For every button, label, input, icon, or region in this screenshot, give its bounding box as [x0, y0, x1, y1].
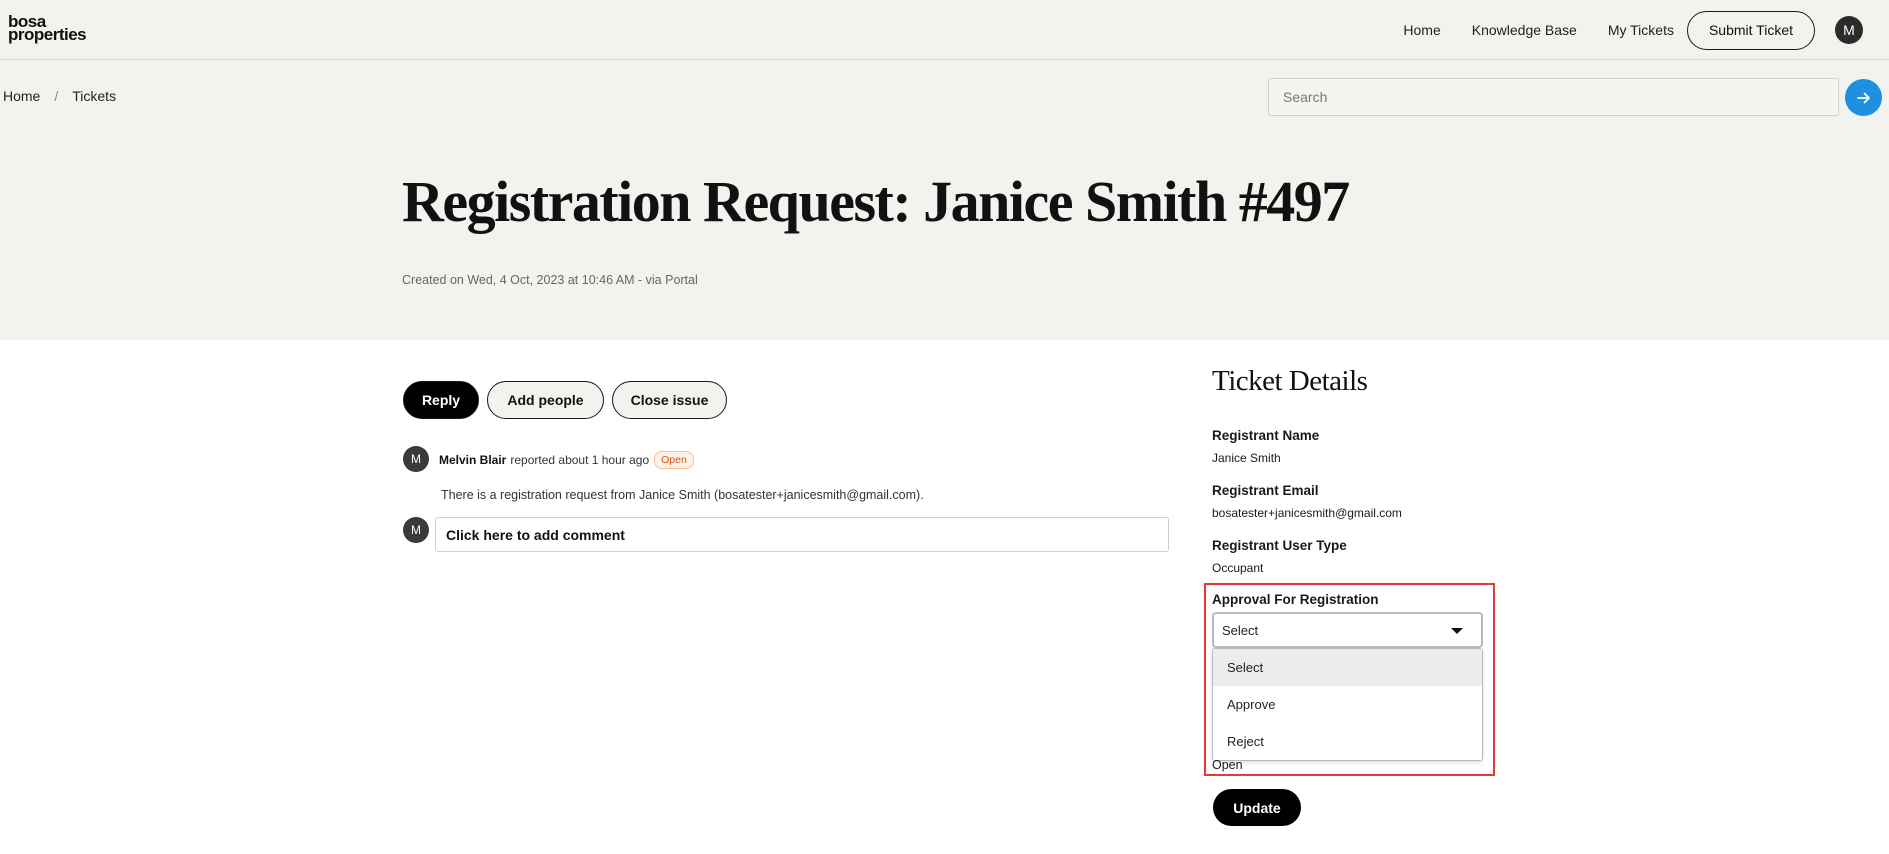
registrant-email-label: Registrant Email [1212, 483, 1319, 498]
approval-option-select[interactable]: Select [1213, 649, 1482, 686]
search-field [1268, 78, 1839, 116]
approval-option-reject[interactable]: Reject [1213, 723, 1482, 760]
page-title: Registration Request: Janice Smith #497 [402, 169, 1350, 234]
registrant-name-value: Janice Smith [1212, 451, 1281, 465]
add-people-button[interactable]: Add people [487, 381, 604, 419]
search-input[interactable] [1269, 79, 1838, 115]
activity-entry: Melvin Blair reported about 1 hour ago O… [439, 451, 694, 469]
add-comment-input[interactable]: Click here to add comment [435, 517, 1169, 552]
ticket-hero-section: Home / Tickets Registration Request: Jan… [0, 60, 1889, 340]
approval-selected-value: Select [1222, 622, 1259, 638]
ticket-message: There is a registration request from Jan… [441, 488, 924, 502]
chevron-down-icon [1451, 628, 1463, 634]
ticket-created-info: Created on Wed, 4 Oct, 2023 at 10:46 AM … [402, 273, 698, 287]
top-navigation-bar: bosa properties Home Knowledge Base My T… [0, 0, 1889, 60]
activity-action-text: reported about 1 hour ago [510, 453, 650, 467]
status-value: Open [1212, 758, 1243, 772]
status-badge: Open [654, 451, 694, 469]
main-nav: Home Knowledge Base My Tickets Submit Ti… [1403, 0, 1889, 60]
search-submit-button[interactable] [1845, 79, 1882, 116]
commenter-avatar: M [403, 517, 429, 543]
registrant-name-label: Registrant Name [1212, 428, 1320, 443]
breadcrumb-home[interactable]: Home [3, 88, 40, 104]
approval-select[interactable]: Select [1212, 612, 1483, 648]
registrant-email-value: bosatester+janicesmith@gmail.com [1212, 506, 1402, 520]
breadcrumb-tickets[interactable]: Tickets [72, 88, 116, 104]
breadcrumb-separator: / [54, 88, 59, 104]
user-avatar-icon[interactable]: M [1835, 16, 1863, 44]
arrow-right-icon [1856, 92, 1870, 103]
ticket-actions: Reply Add people Close issue [403, 381, 735, 419]
breadcrumb: Home / Tickets [3, 88, 116, 104]
approval-label: Approval For Registration [1212, 592, 1379, 607]
author-name[interactable]: Melvin Blair [439, 453, 506, 467]
ticket-details-title: Ticket Details [1212, 365, 1368, 397]
update-button[interactable]: Update [1213, 789, 1301, 826]
submit-ticket-button[interactable]: Submit Ticket [1686, 10, 1815, 50]
close-issue-button[interactable]: Close issue [612, 381, 727, 419]
nav-home-link[interactable]: Home [1403, 22, 1440, 38]
approval-dropdown-menu: Select Approve Reject [1212, 648, 1483, 761]
nav-knowledge-base-link[interactable]: Knowledge Base [1472, 22, 1577, 38]
registrant-user-type-label: Registrant User Type [1212, 538, 1347, 553]
logo-line-2: properties [8, 25, 87, 44]
author-avatar: M [403, 446, 429, 472]
registrant-user-type-value: Occupant [1212, 561, 1264, 575]
bosa-properties-logo[interactable]: bosa properties [8, 13, 87, 44]
approval-option-approve[interactable]: Approve [1213, 686, 1482, 723]
reply-button[interactable]: Reply [403, 381, 479, 419]
nav-my-tickets-link[interactable]: My Tickets [1608, 22, 1674, 38]
